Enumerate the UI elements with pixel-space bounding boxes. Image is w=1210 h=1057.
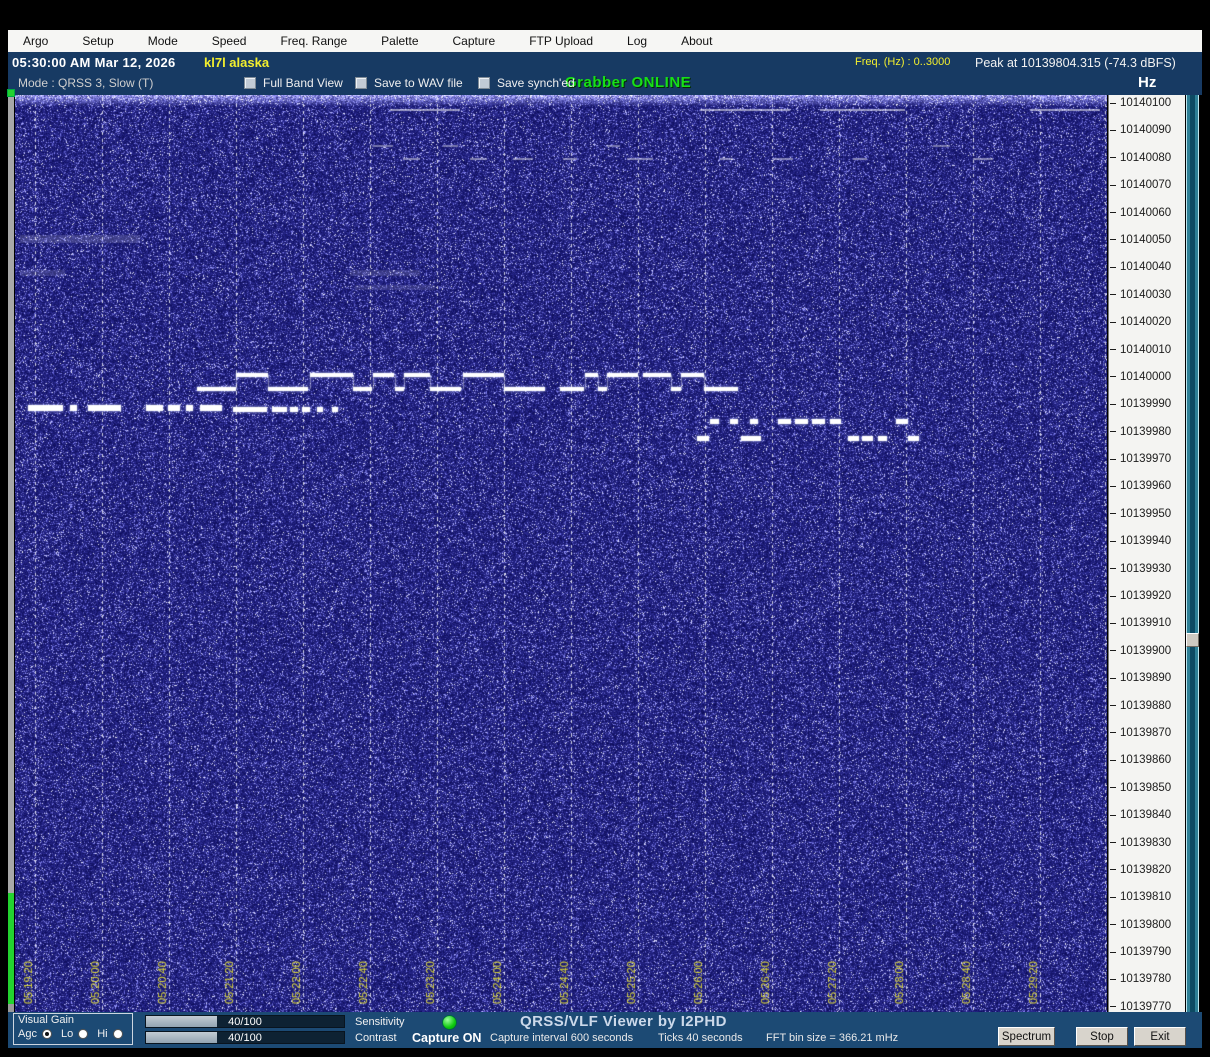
capture-status-label: Capture ON xyxy=(412,1031,482,1045)
freq-tick-label: 10139820 xyxy=(1109,863,1171,877)
sensitivity-value: 40/100 xyxy=(228,1016,262,1028)
freq-tick-label: 10139990 xyxy=(1109,397,1171,411)
visual-gain-title: Visual Gain xyxy=(18,1014,75,1026)
visual-gain-radios: Agc Lo Hi xyxy=(18,1028,132,1040)
menu-item-capture[interactable]: Capture xyxy=(446,32,510,50)
title-strip: 05:30:00 AM Mar 12, 2026 kl7l alaska Fre… xyxy=(8,52,1202,72)
freq-tick-label: 10139870 xyxy=(1109,726,1171,740)
menu-item-argo[interactable]: Argo xyxy=(16,32,62,50)
menu-item-log[interactable]: Log xyxy=(620,32,661,50)
contrast-label: Contrast xyxy=(355,1032,397,1044)
freq-tick-label: 10140080 xyxy=(1109,151,1171,165)
mode-strip: Mode : QRSS 3, Slow (T) Grabber ONLINE H… xyxy=(8,72,1202,95)
menu-item-speed[interactable]: Speed xyxy=(205,32,261,50)
freq-tick-label: 10139840 xyxy=(1109,808,1171,822)
freq-tick-label: 10139960 xyxy=(1109,479,1171,493)
freq-tick-label: 10139970 xyxy=(1109,452,1171,466)
freq-tick-label: 10139770 xyxy=(1109,1000,1171,1012)
peak-readout: Peak at 10139804.315 (-74.3 dBFS) xyxy=(975,56,1176,70)
sensitivity-label: Sensitivity xyxy=(355,1016,405,1028)
status-bar: Visual Gain Agc Lo Hi 40/100 40/100 Sensit… xyxy=(8,1012,1202,1048)
freq-tick-label: 10139810 xyxy=(1109,890,1171,904)
freq-tick-label: 10139850 xyxy=(1109,781,1171,795)
contrast-slider[interactable]: 40/100 xyxy=(145,1031,345,1044)
sensitivity-slider[interactable]: 40/100 xyxy=(145,1015,345,1028)
freq-tick-label: 10140030 xyxy=(1109,288,1171,302)
checkbox-save-to-wav-file[interactable] xyxy=(355,77,367,89)
checkbox-save-to-wav-file-label: Save to WAV file xyxy=(374,76,463,90)
visual-gain-group: Visual Gain Agc Lo Hi xyxy=(13,1013,133,1045)
freq-tick-label: 10139910 xyxy=(1109,616,1171,630)
freq-tick-label: 10140050 xyxy=(1109,233,1171,247)
ticks-label: Ticks 40 seconds xyxy=(658,1032,743,1044)
freq-tick-label: 10139860 xyxy=(1109,753,1171,767)
waterfall-display xyxy=(15,95,1107,1012)
freq-tick-label: 10140100 xyxy=(1109,96,1171,110)
datetime-label: 05:30:00 AM Mar 12, 2026 xyxy=(12,55,176,70)
freq-tick-label: 10140010 xyxy=(1109,343,1171,357)
freq-tick-label: 10139940 xyxy=(1109,534,1171,548)
freq-tick-label: 10140000 xyxy=(1109,370,1171,384)
radio-label-agc: Agc xyxy=(18,1028,37,1040)
spectrum-button[interactable]: Spectrum xyxy=(998,1027,1055,1046)
capture-progress-fill xyxy=(8,893,14,1004)
frequency-scroll-slider[interactable] xyxy=(1186,95,1199,1012)
capture-indicator-square xyxy=(7,89,15,97)
freq-tick-label: 10139800 xyxy=(1109,918,1171,932)
axis-unit-label: Hz xyxy=(1138,74,1157,91)
freq-tick-label: 10139830 xyxy=(1109,836,1171,850)
freq-tick-label: 10139790 xyxy=(1109,945,1171,959)
freq-tick-label: 10139900 xyxy=(1109,644,1171,658)
contrast-value: 40/100 xyxy=(228,1032,262,1044)
radio-lo[interactable] xyxy=(78,1029,89,1039)
menu-item-palette[interactable]: Palette xyxy=(374,32,432,50)
freq-tick-label: 10140060 xyxy=(1109,206,1171,220)
freq-tick-label: 10139930 xyxy=(1109,562,1171,576)
menu-bar: Argo Setup Mode Speed Freq. Range Palette Capt… xyxy=(8,30,1202,52)
capture-interval-label: Capture interval 600 seconds xyxy=(490,1032,634,1044)
menu-item-freq-range[interactable]: Freq. Range xyxy=(273,32,361,50)
capture-progress-bar xyxy=(8,95,14,1012)
freq-tick-label: 10140090 xyxy=(1109,123,1171,137)
capture-led xyxy=(442,1015,457,1030)
app-title: QRSS/VLF Viewer by I2PHD xyxy=(520,1013,727,1030)
grabber-status: Grabber ONLINE xyxy=(565,74,692,91)
radio-label-lo: Lo xyxy=(60,1028,74,1040)
menu-item-ftp-upload[interactable]: FTP Upload xyxy=(522,32,607,50)
exit-button[interactable]: Exit xyxy=(1134,1027,1186,1046)
radio-hi[interactable] xyxy=(112,1029,123,1039)
menu-item-about[interactable]: About xyxy=(674,32,726,50)
frequency-axis: 10140100 10140090 10140080 10140070 10140060… xyxy=(1108,95,1185,1012)
radio-agc[interactable] xyxy=(41,1029,52,1039)
argo-window: Argo Setup Mode Speed Freq. Range Palette Capt… xyxy=(0,0,1210,1057)
freq-tick-label: 10139880 xyxy=(1109,699,1171,713)
freq-tick-label: 10140070 xyxy=(1109,178,1171,192)
checkbox-full-band-view[interactable] xyxy=(244,77,256,89)
freq-tick-label: 10139780 xyxy=(1109,972,1171,986)
station-label: kl7l alaska xyxy=(204,55,270,70)
checkbox-full-band-view-label: Full Band View xyxy=(263,76,343,90)
menu-item-mode[interactable]: Mode xyxy=(141,32,192,50)
radio-label-hi: Hi xyxy=(97,1028,108,1040)
slider-thumb[interactable] xyxy=(1186,633,1199,647)
checkbox-save-synch-ed[interactable] xyxy=(478,77,490,89)
menu-item-setup[interactable]: Setup xyxy=(75,32,127,50)
freq-tick-label: 10139980 xyxy=(1109,425,1171,439)
freq-tick-label: 10139890 xyxy=(1109,671,1171,685)
mode-label: Mode : QRSS 3, Slow (T) xyxy=(18,76,154,90)
fft-bin-label: FFT bin size = 366.21 mHz xyxy=(766,1032,899,1044)
stop-button[interactable]: Stop xyxy=(1076,1027,1128,1046)
checkbox-save-synch-ed-label: Save synch'ed xyxy=(497,76,575,90)
freq-range-label: Freq. (Hz) : 0..3000 xyxy=(855,56,951,68)
freq-tick-label: 10140020 xyxy=(1109,315,1171,329)
freq-tick-label: 10139950 xyxy=(1109,507,1171,521)
freq-tick-label: 10139920 xyxy=(1109,589,1171,603)
freq-tick-label: 10140040 xyxy=(1109,260,1171,274)
